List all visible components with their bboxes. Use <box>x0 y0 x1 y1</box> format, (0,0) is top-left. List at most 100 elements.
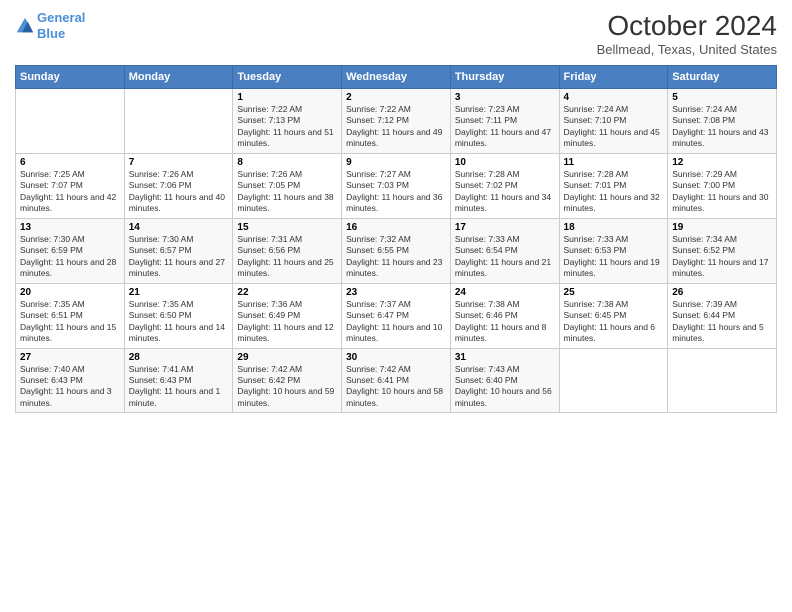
day-info: Sunrise: 7:33 AM Sunset: 6:53 PM Dayligh… <box>564 234 664 280</box>
day-number: 5 <box>672 92 772 103</box>
day-info: Sunrise: 7:30 AM Sunset: 6:57 PM Dayligh… <box>129 234 229 280</box>
day-info: Sunrise: 7:40 AM Sunset: 6:43 PM Dayligh… <box>20 364 120 410</box>
calendar-week-5: 27Sunrise: 7:40 AM Sunset: 6:43 PM Dayli… <box>16 348 777 413</box>
calendar-cell: 6Sunrise: 7:25 AM Sunset: 7:07 PM Daylig… <box>16 153 125 218</box>
calendar-cell: 9Sunrise: 7:27 AM Sunset: 7:03 PM Daylig… <box>342 153 451 218</box>
day-info: Sunrise: 7:24 AM Sunset: 7:08 PM Dayligh… <box>672 104 772 150</box>
day-number: 31 <box>455 352 555 363</box>
calendar-cell: 23Sunrise: 7:37 AM Sunset: 6:47 PM Dayli… <box>342 283 451 348</box>
calendar-cell: 7Sunrise: 7:26 AM Sunset: 7:06 PM Daylig… <box>124 153 233 218</box>
calendar-cell: 14Sunrise: 7:30 AM Sunset: 6:57 PM Dayli… <box>124 218 233 283</box>
calendar-header: Sunday Monday Tuesday Wednesday Thursday… <box>16 66 777 89</box>
day-info: Sunrise: 7:35 AM Sunset: 6:51 PM Dayligh… <box>20 299 120 345</box>
calendar-week-3: 13Sunrise: 7:30 AM Sunset: 6:59 PM Dayli… <box>16 218 777 283</box>
day-number: 30 <box>346 352 446 363</box>
day-info: Sunrise: 7:31 AM Sunset: 6:56 PM Dayligh… <box>237 234 337 280</box>
day-info: Sunrise: 7:30 AM Sunset: 6:59 PM Dayligh… <box>20 234 120 280</box>
calendar-week-2: 6Sunrise: 7:25 AM Sunset: 7:07 PM Daylig… <box>16 153 777 218</box>
calendar-cell: 24Sunrise: 7:38 AM Sunset: 6:46 PM Dayli… <box>450 283 559 348</box>
calendar-cell: 18Sunrise: 7:33 AM Sunset: 6:53 PM Dayli… <box>559 218 668 283</box>
logo-general: General <box>37 10 85 25</box>
day-number: 13 <box>20 222 120 233</box>
day-info: Sunrise: 7:24 AM Sunset: 7:10 PM Dayligh… <box>564 104 664 150</box>
calendar-cell: 10Sunrise: 7:28 AM Sunset: 7:02 PM Dayli… <box>450 153 559 218</box>
day-info: Sunrise: 7:42 AM Sunset: 6:42 PM Dayligh… <box>237 364 337 410</box>
day-number: 9 <box>346 157 446 168</box>
day-number: 2 <box>346 92 446 103</box>
calendar-cell: 27Sunrise: 7:40 AM Sunset: 6:43 PM Dayli… <box>16 348 125 413</box>
day-info: Sunrise: 7:38 AM Sunset: 6:45 PM Dayligh… <box>564 299 664 345</box>
title-block: October 2024 Bellmead, Texas, United Sta… <box>597 10 777 57</box>
day-info: Sunrise: 7:39 AM Sunset: 6:44 PM Dayligh… <box>672 299 772 345</box>
header-row: Sunday Monday Tuesday Wednesday Thursday… <box>16 66 777 89</box>
calendar-cell: 12Sunrise: 7:29 AM Sunset: 7:00 PM Dayli… <box>668 153 777 218</box>
calendar-week-1: 1Sunrise: 7:22 AM Sunset: 7:13 PM Daylig… <box>16 89 777 154</box>
day-info: Sunrise: 7:22 AM Sunset: 7:12 PM Dayligh… <box>346 104 446 150</box>
day-number: 11 <box>564 157 664 168</box>
col-wednesday: Wednesday <box>342 66 451 89</box>
day-number: 10 <box>455 157 555 168</box>
calendar-cell: 3Sunrise: 7:23 AM Sunset: 7:11 PM Daylig… <box>450 89 559 154</box>
day-info: Sunrise: 7:35 AM Sunset: 6:50 PM Dayligh… <box>129 299 229 345</box>
calendar-body: 1Sunrise: 7:22 AM Sunset: 7:13 PM Daylig… <box>16 89 777 413</box>
day-info: Sunrise: 7:43 AM Sunset: 6:40 PM Dayligh… <box>455 364 555 410</box>
day-number: 22 <box>237 287 337 298</box>
calendar-cell: 30Sunrise: 7:42 AM Sunset: 6:41 PM Dayli… <box>342 348 451 413</box>
calendar-cell: 20Sunrise: 7:35 AM Sunset: 6:51 PM Dayli… <box>16 283 125 348</box>
day-info: Sunrise: 7:36 AM Sunset: 6:49 PM Dayligh… <box>237 299 337 345</box>
col-thursday: Thursday <box>450 66 559 89</box>
calendar-cell: 31Sunrise: 7:43 AM Sunset: 6:40 PM Dayli… <box>450 348 559 413</box>
day-number: 27 <box>20 352 120 363</box>
calendar-cell <box>559 348 668 413</box>
calendar-cell: 22Sunrise: 7:36 AM Sunset: 6:49 PM Dayli… <box>233 283 342 348</box>
calendar-cell: 2Sunrise: 7:22 AM Sunset: 7:12 PM Daylig… <box>342 89 451 154</box>
day-info: Sunrise: 7:29 AM Sunset: 7:00 PM Dayligh… <box>672 169 772 215</box>
day-number: 28 <box>129 352 229 363</box>
day-info: Sunrise: 7:33 AM Sunset: 6:54 PM Dayligh… <box>455 234 555 280</box>
page: General Blue October 2024 Bellmead, Texa… <box>0 0 792 612</box>
calendar-cell: 15Sunrise: 7:31 AM Sunset: 6:56 PM Dayli… <box>233 218 342 283</box>
day-number: 8 <box>237 157 337 168</box>
calendar-cell: 21Sunrise: 7:35 AM Sunset: 6:50 PM Dayli… <box>124 283 233 348</box>
day-info: Sunrise: 7:28 AM Sunset: 7:01 PM Dayligh… <box>564 169 664 215</box>
calendar-cell: 25Sunrise: 7:38 AM Sunset: 6:45 PM Dayli… <box>559 283 668 348</box>
calendar-cell: 11Sunrise: 7:28 AM Sunset: 7:01 PM Dayli… <box>559 153 668 218</box>
logo: General Blue <box>15 10 85 41</box>
day-info: Sunrise: 7:27 AM Sunset: 7:03 PM Dayligh… <box>346 169 446 215</box>
day-info: Sunrise: 7:26 AM Sunset: 7:06 PM Dayligh… <box>129 169 229 215</box>
calendar-table: Sunday Monday Tuesday Wednesday Thursday… <box>15 65 777 413</box>
day-info: Sunrise: 7:42 AM Sunset: 6:41 PM Dayligh… <box>346 364 446 410</box>
main-title: October 2024 <box>597 10 777 42</box>
day-info: Sunrise: 7:34 AM Sunset: 6:52 PM Dayligh… <box>672 234 772 280</box>
day-number: 20 <box>20 287 120 298</box>
logo-icon <box>15 16 35 36</box>
day-info: Sunrise: 7:41 AM Sunset: 6:43 PM Dayligh… <box>129 364 229 410</box>
col-monday: Monday <box>124 66 233 89</box>
day-number: 21 <box>129 287 229 298</box>
day-number: 7 <box>129 157 229 168</box>
logo-blue: Blue <box>37 26 65 41</box>
calendar-cell: 17Sunrise: 7:33 AM Sunset: 6:54 PM Dayli… <box>450 218 559 283</box>
calendar-cell: 1Sunrise: 7:22 AM Sunset: 7:13 PM Daylig… <box>233 89 342 154</box>
day-number: 1 <box>237 92 337 103</box>
subtitle: Bellmead, Texas, United States <box>597 42 777 57</box>
col-saturday: Saturday <box>668 66 777 89</box>
day-info: Sunrise: 7:32 AM Sunset: 6:55 PM Dayligh… <box>346 234 446 280</box>
logo-text: General Blue <box>37 10 85 41</box>
day-number: 23 <box>346 287 446 298</box>
day-number: 14 <box>129 222 229 233</box>
day-info: Sunrise: 7:23 AM Sunset: 7:11 PM Dayligh… <box>455 104 555 150</box>
col-sunday: Sunday <box>16 66 125 89</box>
day-info: Sunrise: 7:25 AM Sunset: 7:07 PM Dayligh… <box>20 169 120 215</box>
day-number: 17 <box>455 222 555 233</box>
day-number: 12 <box>672 157 772 168</box>
calendar-cell: 26Sunrise: 7:39 AM Sunset: 6:44 PM Dayli… <box>668 283 777 348</box>
calendar-cell: 16Sunrise: 7:32 AM Sunset: 6:55 PM Dayli… <box>342 218 451 283</box>
day-number: 15 <box>237 222 337 233</box>
calendar-cell <box>16 89 125 154</box>
day-info: Sunrise: 7:38 AM Sunset: 6:46 PM Dayligh… <box>455 299 555 345</box>
calendar-cell: 8Sunrise: 7:26 AM Sunset: 7:05 PM Daylig… <box>233 153 342 218</box>
day-number: 29 <box>237 352 337 363</box>
header: General Blue October 2024 Bellmead, Texa… <box>15 10 777 57</box>
day-info: Sunrise: 7:26 AM Sunset: 7:05 PM Dayligh… <box>237 169 337 215</box>
